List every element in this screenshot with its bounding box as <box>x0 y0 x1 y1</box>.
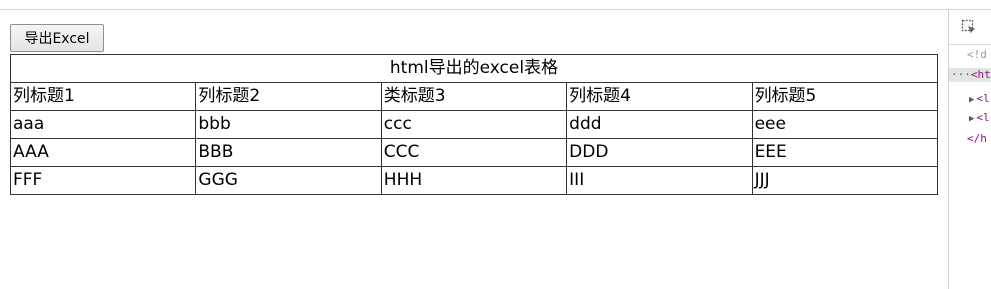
header-cell: 列标题2 <box>195 82 382 111</box>
html-node-label: <htm <box>970 68 991 81</box>
header-cell: 列标题1 <box>9 82 197 111</box>
triangle-right-icon[interactable]: ▶ <box>969 95 974 105</box>
export-excel-button[interactable]: 导出Excel <box>10 24 104 52</box>
devtools-toolbar-divider <box>949 44 991 45</box>
table-row: FFF GGG HHH III JJJ <box>9 166 939 195</box>
table-cell: FFF <box>9 166 197 195</box>
devtools-panel: <!d ···<htm ▶<l ▶<l </h <box>948 10 991 289</box>
header-row: 列标题1 列标题2 类标题3 列标题4 列标题5 <box>9 82 939 111</box>
header-cell: 列标题4 <box>566 82 753 111</box>
inspect-element-icon[interactable] <box>961 19 977 35</box>
table-cell: HHH <box>380 166 568 195</box>
table-cell: CCC <box>380 138 568 167</box>
triangle-right-icon[interactable]: ▶ <box>969 114 974 124</box>
table-cell: DDD <box>566 138 753 167</box>
table-cell: ccc <box>380 110 568 139</box>
table-cell: III <box>566 166 753 195</box>
table-row: AAA BBB CCC DDD EEE <box>9 138 939 167</box>
head-node[interactable]: ▶ <l <box>969 92 990 107</box>
caption-row: html导出的excel表格 <box>10 54 938 83</box>
export-table: html导出的excel表格 列标题1 列标题2 类标题3 列标题4 列标题5 … <box>9 54 939 195</box>
browser-top-border <box>0 0 991 10</box>
table-cell: BBB <box>195 138 382 167</box>
html-close-node: </h <box>967 132 987 145</box>
header-cell: 类标题3 <box>380 82 568 111</box>
table-caption: html导出的excel表格 <box>10 54 938 83</box>
header-cell: 列标题5 <box>751 82 939 111</box>
table-cell: ddd <box>566 110 753 139</box>
body-node[interactable]: ▶ <l <box>969 111 990 126</box>
table-cell: EEE <box>751 138 939 167</box>
table-cell: eee <box>751 110 939 139</box>
head-node-label: <l <box>976 92 990 105</box>
table-cell: bbb <box>195 110 382 139</box>
doctype-node[interactable]: <!d <box>967 48 987 62</box>
body-node-label: <l <box>976 111 990 124</box>
more-dots-icon: ··· <box>951 68 971 81</box>
html-node-selected[interactable]: ···<htm <box>949 68 991 82</box>
table-cell: AAA <box>9 138 197 167</box>
table-cell: JJJ <box>751 166 939 195</box>
table-cell: aaa <box>9 110 197 139</box>
table-row: aaa bbb ccc ddd eee <box>9 110 939 139</box>
table-cell: GGG <box>195 166 382 195</box>
